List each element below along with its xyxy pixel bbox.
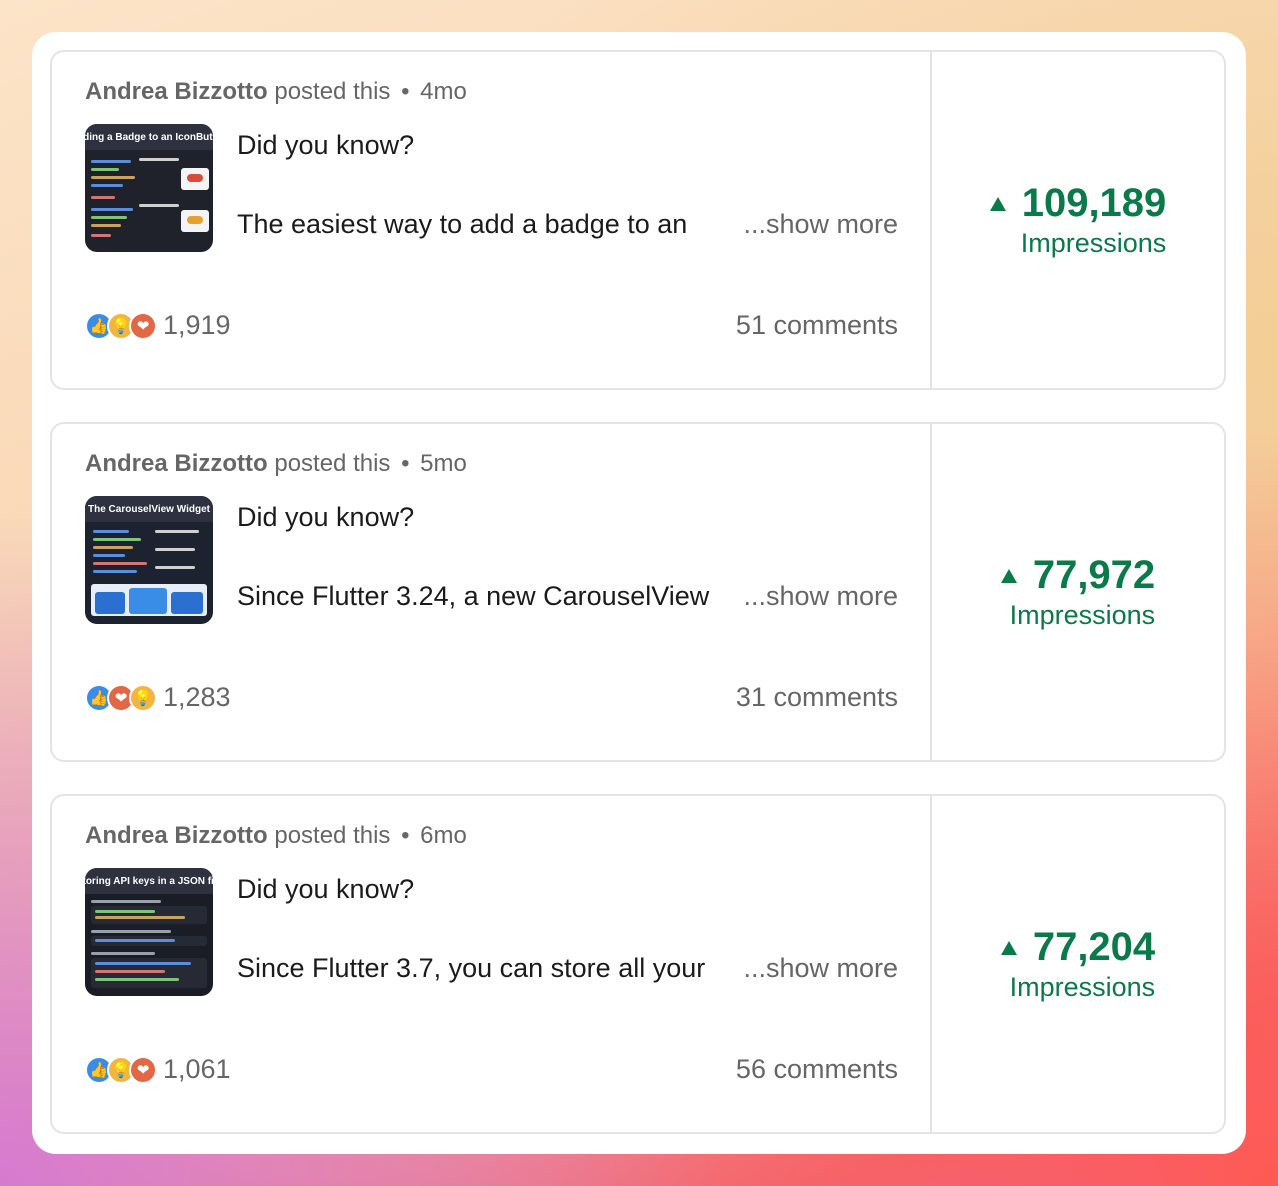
- love-icon: ❤: [129, 311, 157, 340]
- posted-label: posted this: [274, 822, 391, 849]
- reactions[interactable]: 👍 💡 ❤ 1,919: [85, 310, 231, 341]
- author-name[interactable]: Andrea Bizzotto: [85, 450, 268, 477]
- thumbnail-title: The CarouselView Widget: [85, 496, 213, 522]
- trend-up-icon: [1000, 568, 1017, 583]
- post-card[interactable]: Andrea Bizzotto posted this • 5mo The Ca…: [50, 422, 1226, 762]
- reaction-count[interactable]: 1,919: [163, 310, 231, 341]
- impressions-value: 77,972: [1032, 553, 1156, 597]
- idea-icon: 💡: [129, 683, 157, 712]
- post-age: 4mo: [420, 78, 467, 105]
- thumbnail-title: Adding a Badge to an IconButton: [85, 124, 213, 150]
- impressions-panel[interactable]: 109,189 Impressions: [932, 52, 1224, 388]
- impressions-value: 77,204: [1032, 925, 1156, 969]
- impressions-label: Impressions: [1009, 972, 1156, 1002]
- love-icon: ❤: [129, 1055, 157, 1084]
- post-headline: Did you know?: [237, 130, 415, 160]
- post-content: Andrea Bizzotto posted this • 4mo Adding…: [52, 52, 932, 388]
- author-name[interactable]: Andrea Bizzotto: [85, 822, 268, 849]
- comments-count[interactable]: 31 comments: [736, 682, 898, 713]
- separator-dot: •: [401, 822, 410, 849]
- author-name[interactable]: Andrea Bizzotto: [85, 78, 268, 105]
- reaction-count[interactable]: 1,283: [163, 682, 231, 713]
- reactions[interactable]: 👍 💡 ❤ 1,061: [85, 1054, 231, 1085]
- separator-dot: •: [401, 450, 410, 477]
- post-content: Andrea Bizzotto posted this • 6mo Storin…: [52, 796, 932, 1132]
- post-header: Andrea Bizzotto posted this • 6mo: [85, 822, 467, 850]
- reaction-count[interactable]: 1,061: [163, 1054, 231, 1085]
- post-age: 5mo: [420, 450, 467, 477]
- show-more-link[interactable]: ...show more: [743, 953, 898, 984]
- comments-count[interactable]: 51 comments: [736, 310, 898, 341]
- post-snippet: Since Flutter 3.7, you can store all you…: [237, 953, 706, 983]
- post-card[interactable]: Andrea Bizzotto posted this • 4mo Adding…: [50, 50, 1226, 390]
- post-header: Andrea Bizzotto posted this • 4mo: [85, 78, 467, 106]
- separator-dot: •: [401, 78, 410, 105]
- impressions-label: Impressions: [1020, 228, 1167, 258]
- post-snippet: Since Flutter 3.24, a new CarouselView: [237, 581, 710, 611]
- posted-label: posted this: [274, 450, 391, 477]
- comments-count[interactable]: 56 comments: [736, 1054, 898, 1085]
- impressions-value: 109,189: [1021, 181, 1167, 225]
- show-more-link[interactable]: ...show more: [743, 581, 898, 612]
- post-headline: Did you know?: [237, 502, 415, 532]
- posts-panel: Andrea Bizzotto posted this • 4mo Adding…: [32, 32, 1246, 1154]
- trend-up-icon: [989, 196, 1006, 211]
- post-snippet: The easiest way to add a badge to an: [237, 209, 688, 239]
- post-headline: Did you know?: [237, 874, 415, 904]
- post-thumbnail[interactable]: The CarouselView Widget: [85, 496, 213, 624]
- impressions-panel[interactable]: 77,204 Impressions: [932, 796, 1224, 1132]
- impressions-label: Impressions: [1009, 600, 1156, 630]
- posted-label: posted this: [274, 78, 391, 105]
- post-content: Andrea Bizzotto posted this • 5mo The Ca…: [52, 424, 932, 760]
- post-thumbnail[interactable]: Storing API keys in a JSON file: [85, 868, 213, 996]
- show-more-link[interactable]: ...show more: [743, 209, 898, 240]
- trend-up-icon: [1000, 940, 1017, 955]
- reactions[interactable]: 👍 ❤ 💡 1,283: [85, 682, 231, 713]
- post-header: Andrea Bizzotto posted this • 5mo: [85, 450, 467, 478]
- post-thumbnail[interactable]: Adding a Badge to an IconButton: [85, 124, 213, 252]
- thumbnail-title: Storing API keys in a JSON file: [85, 868, 213, 894]
- impressions-panel[interactable]: 77,972 Impressions: [932, 424, 1224, 760]
- post-card[interactable]: Andrea Bizzotto posted this • 6mo Storin…: [50, 794, 1226, 1134]
- post-age: 6mo: [420, 822, 467, 849]
